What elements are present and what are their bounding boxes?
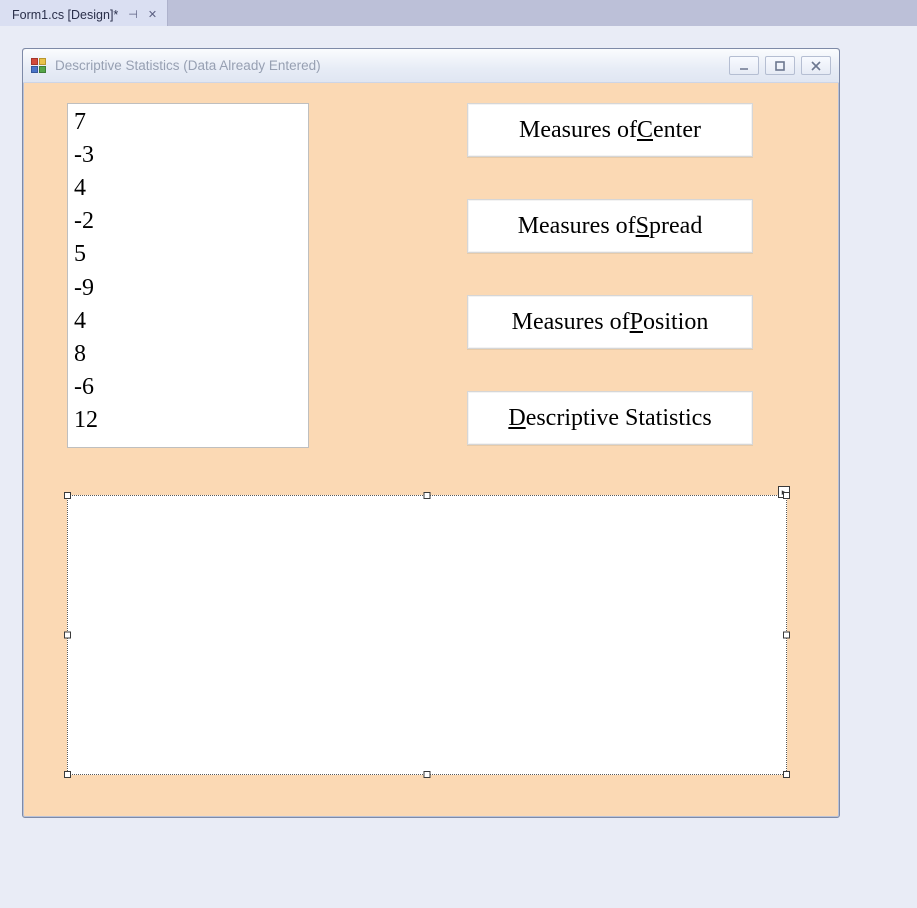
minimize-icon[interactable] bbox=[729, 56, 759, 75]
data-listbox[interactable]: 7-34-25-948-612 bbox=[67, 103, 309, 448]
button-label-mnemonic: C bbox=[637, 117, 653, 144]
resize-handle-mr[interactable] bbox=[783, 632, 790, 639]
list-item[interactable]: -9 bbox=[74, 272, 302, 305]
output-textbox[interactable] bbox=[67, 495, 787, 775]
button-label-pre: Measures of bbox=[519, 117, 637, 144]
button-label-post: escriptive Statistics bbox=[526, 405, 712, 432]
button-label-post: osition bbox=[643, 309, 708, 336]
ide-tabstrip: Form1.cs [Design]* ⊣ ✕ bbox=[0, 0, 917, 26]
list-item[interactable]: 7 bbox=[74, 106, 302, 139]
resize-handle-tl[interactable] bbox=[64, 492, 71, 499]
button-label-mnemonic: D bbox=[508, 405, 525, 432]
measures-of-spread-button[interactable]: Measures of Spread bbox=[467, 199, 753, 253]
button-label-mnemonic: P bbox=[630, 309, 643, 336]
winform-title: Descriptive Statistics (Data Already Ent… bbox=[55, 58, 729, 73]
button-label-pre: Measures of bbox=[518, 213, 636, 240]
list-item[interactable]: 4 bbox=[74, 305, 302, 338]
winform-client-area[interactable]: 7-34-25-948-612 Measures of Center Measu… bbox=[29, 89, 833, 811]
measures-of-center-button[interactable]: Measures of Center bbox=[467, 103, 753, 157]
list-item[interactable]: 4 bbox=[74, 172, 302, 205]
winform-app-icon bbox=[31, 58, 47, 74]
close-window-icon[interactable] bbox=[801, 56, 831, 75]
button-label-post: enter bbox=[653, 117, 701, 144]
pin-icon[interactable]: ⊣ bbox=[128, 8, 138, 21]
list-item[interactable]: -6 bbox=[74, 371, 302, 404]
list-item[interactable]: 12 bbox=[74, 404, 302, 437]
resize-handle-bm[interactable] bbox=[424, 771, 431, 778]
list-item[interactable]: -3 bbox=[74, 139, 302, 172]
list-item[interactable]: 5 bbox=[74, 238, 302, 271]
list-item[interactable]: -2 bbox=[74, 205, 302, 238]
resize-handle-tm[interactable] bbox=[424, 492, 431, 499]
button-label-pre: Measures of bbox=[512, 309, 630, 336]
button-label-post: pread bbox=[649, 213, 702, 240]
winform-window[interactable]: Descriptive Statistics (Data Already Ent… bbox=[22, 48, 840, 818]
resize-handle-br[interactable] bbox=[783, 771, 790, 778]
resize-handle-bl[interactable] bbox=[64, 771, 71, 778]
winform-window-controls bbox=[729, 56, 831, 75]
descriptive-statistics-button[interactable]: Descriptive Statistics bbox=[467, 391, 753, 445]
ide-tab-label: Form1.cs [Design]* bbox=[12, 8, 118, 22]
list-item[interactable]: 8 bbox=[74, 338, 302, 371]
ide-tab-form1-design[interactable]: Form1.cs [Design]* ⊣ ✕ bbox=[0, 0, 168, 26]
resize-handle-tr[interactable] bbox=[783, 492, 790, 499]
maximize-icon[interactable] bbox=[765, 56, 795, 75]
measures-of-position-button[interactable]: Measures of Position bbox=[467, 295, 753, 349]
winform-titlebar[interactable]: Descriptive Statistics (Data Already Ent… bbox=[23, 49, 839, 83]
designer-surface[interactable]: Descriptive Statistics (Data Already Ent… bbox=[0, 26, 917, 908]
button-label-mnemonic: S bbox=[636, 213, 649, 240]
resize-handle-ml[interactable] bbox=[64, 632, 71, 639]
close-icon[interactable]: ✕ bbox=[148, 8, 157, 21]
